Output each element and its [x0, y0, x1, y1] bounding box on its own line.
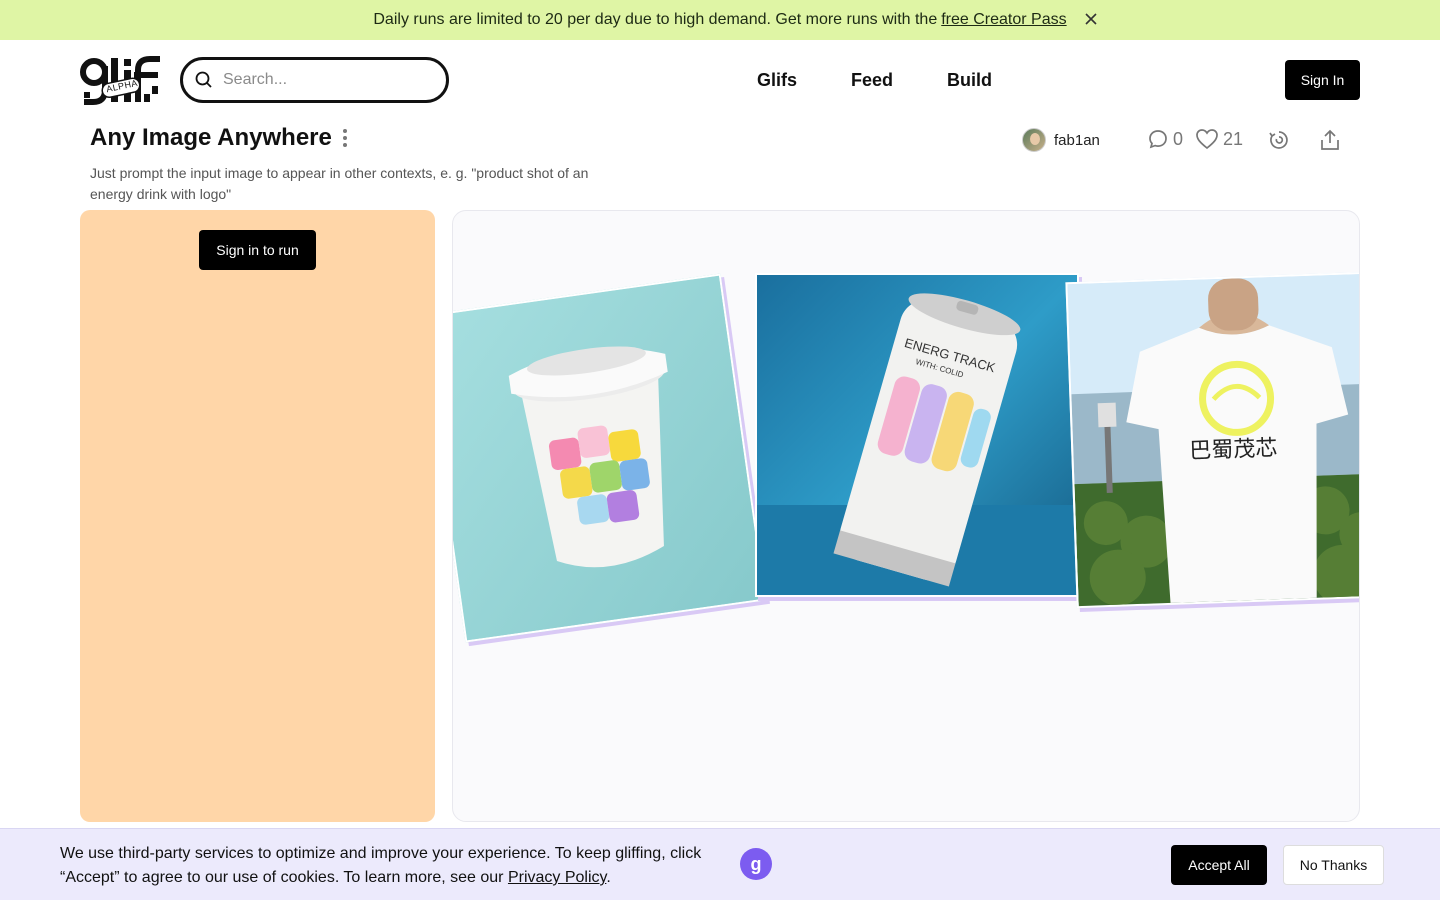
sign-in-to-run-button[interactable]: Sign in to run — [199, 230, 316, 270]
preview-image-cup — [453, 273, 767, 643]
sign-in-button[interactable]: Sign In — [1285, 60, 1360, 100]
no-thanks-button[interactable]: No Thanks — [1283, 845, 1384, 885]
search-icon — [195, 71, 212, 88]
heart-icon — [1196, 129, 1218, 150]
banner-text: Daily runs are limited to 20 per day due… — [373, 11, 938, 28]
cookie-consent-bar: We use third-party services to optimize … — [0, 828, 1440, 900]
nav-feed[interactable]: Feed — [851, 70, 893, 91]
glif-g-icon: g — [740, 848, 772, 880]
creator-pass-link[interactable]: free Creator Pass — [941, 11, 1066, 29]
glif-logo[interactable]: ALPHA — [80, 56, 164, 106]
comment-icon — [1149, 130, 1167, 149]
avatar — [1022, 128, 1046, 152]
search-box[interactable] — [180, 57, 449, 103]
nav-build[interactable]: Build — [947, 70, 992, 91]
comments-count: 0 — [1173, 128, 1184, 149]
like-button[interactable]: 21 — [1195, 128, 1243, 150]
nav-glifs[interactable]: Glifs — [757, 70, 797, 91]
glif-description: Just prompt the input image to appear in… — [90, 165, 589, 202]
search-input[interactable] — [223, 71, 423, 89]
accept-all-button[interactable]: Accept All — [1171, 845, 1267, 885]
preview-image-shirt: 巴蜀茂芯 — [1065, 271, 1359, 609]
announcement-banner: Daily runs are limited to 20 per day due… — [0, 0, 1440, 40]
comments-button[interactable]: 0 — [1147, 128, 1183, 150]
more-options-icon[interactable] — [340, 127, 350, 149]
shirt-text: 巴蜀茂芯 — [1189, 436, 1278, 464]
close-icon[interactable] — [1082, 10, 1100, 28]
preview-panel: ENERG TRACK WITH: COLID 巴蜀茂芯 — [452, 210, 1360, 822]
input-panel: Sign in to run — [80, 210, 435, 822]
cookie-suffix: . — [606, 869, 611, 886]
author-name: fab1an — [1054, 131, 1100, 149]
remix-icon[interactable] — [1267, 128, 1291, 152]
cookie-message: We use third-party services to optimize … — [60, 842, 740, 890]
preview-image-can: ENERG TRACK WITH: COLID — [755, 273, 1079, 597]
share-icon[interactable] — [1318, 128, 1342, 152]
likes-count: 21 — [1223, 128, 1244, 149]
glif-title: Any Image Anywhere — [90, 124, 332, 151]
author-link[interactable]: fab1an — [1022, 128, 1100, 152]
privacy-policy-link[interactable]: Privacy Policy — [508, 869, 606, 886]
